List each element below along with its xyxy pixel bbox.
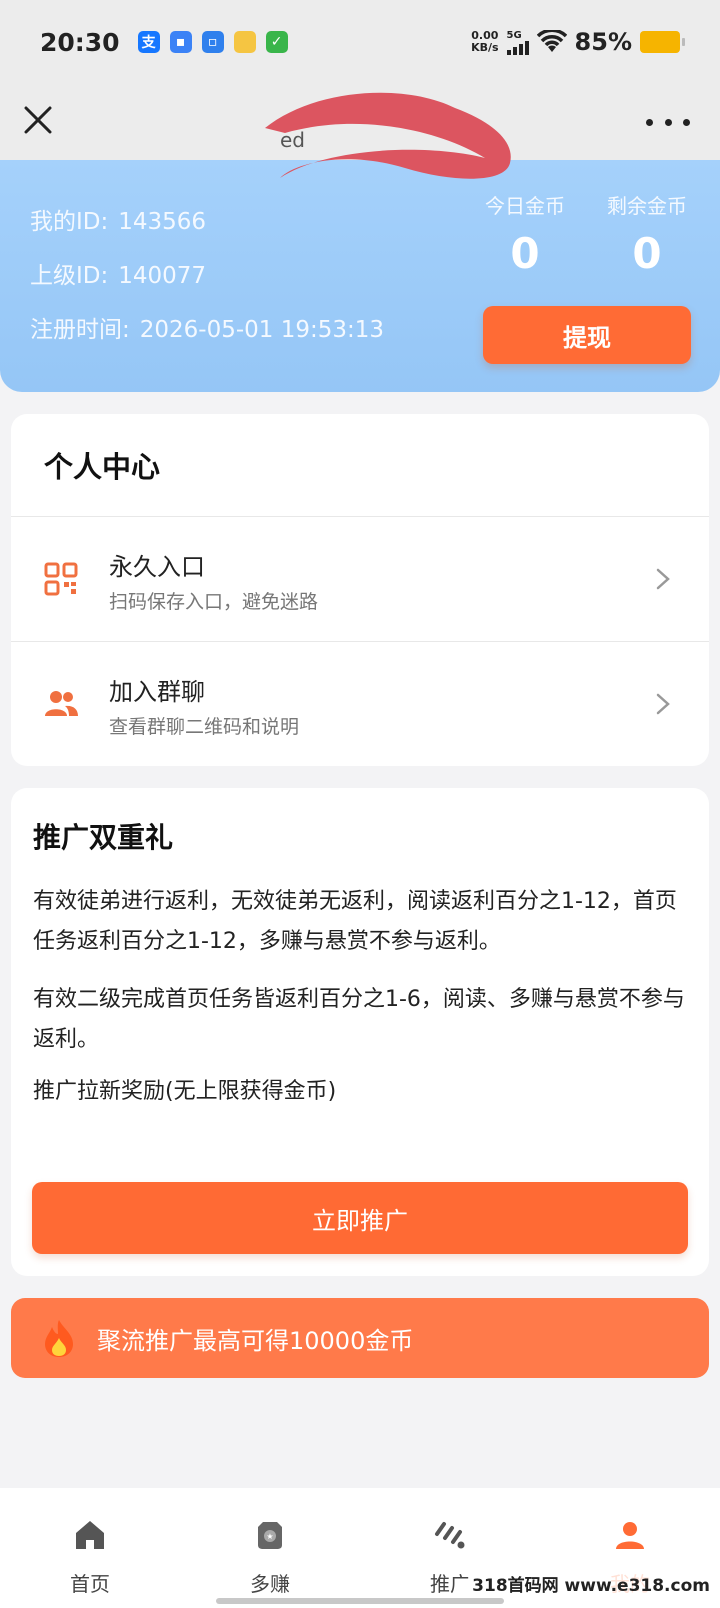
speed-unit: KB/s bbox=[471, 41, 499, 54]
svg-text:★: ★ bbox=[266, 1532, 273, 1541]
parent-id-label: 上级ID: bbox=[30, 263, 109, 289]
withdraw-button[interactable]: 提现 bbox=[483, 306, 691, 364]
chat-icon: ▫ bbox=[201, 31, 224, 53]
checklist-icon: ✓ bbox=[265, 31, 288, 53]
personal-center-card: 个人中心 永久入口 扫码保存入口，避免迷路 加入群聊 查看群聊二维码和说明 bbox=[11, 414, 709, 766]
register-time-value: 2026-05-01 19:53:13 bbox=[139, 317, 385, 343]
menu-item-subtitle: 扫码保存入口，避免迷路 bbox=[109, 591, 319, 613]
parent-id-value: 140077 bbox=[118, 263, 207, 289]
remaining-coins-label: 剩余金币 bbox=[607, 194, 687, 218]
tab-label: 多赚 bbox=[250, 1572, 290, 1596]
redaction-scribble bbox=[265, 92, 511, 179]
earn-icon: ★ bbox=[258, 1522, 282, 1549]
promotion-paragraph: 推广拉新奖励(无上限获得金币) bbox=[33, 1079, 337, 1104]
signal-icon bbox=[506, 40, 529, 55]
promotion-card: 推广双重礼 有效徒弟进行返利，无效徒弟无返利，阅读返利百分之1-12，首页任务返… bbox=[11, 788, 709, 1276]
user-id-value: 143566 bbox=[118, 209, 207, 235]
user-id-row: 我的ID: 143566 bbox=[30, 202, 206, 236]
parent-id-row: 上级ID: 140077 bbox=[30, 256, 206, 290]
wifi-icon bbox=[536, 30, 567, 52]
fire-icon bbox=[45, 1320, 73, 1357]
promotion-title: 推广双重礼 bbox=[33, 821, 174, 854]
dot-icon bbox=[664, 118, 672, 126]
menu-item-title: 加入群聊 bbox=[109, 678, 205, 706]
status-time: 20:30 bbox=[40, 27, 120, 57]
group-icon bbox=[45, 691, 78, 716]
promote-icon bbox=[435, 1522, 465, 1549]
chevron-right-icon bbox=[656, 568, 670, 590]
menu-item-title: 永久入口 bbox=[109, 553, 205, 581]
promotion-paragraph: 有效二级完成首页任务皆返利百分之1-6，阅读、多赚与悬赏不参与返利。 bbox=[33, 987, 685, 1052]
remaining-coins: 剩余金币 0 bbox=[582, 190, 712, 278]
profile-icon bbox=[616, 1522, 644, 1549]
tab-home[interactable]: 首页 bbox=[0, 1488, 180, 1608]
network-type: 5G bbox=[506, 29, 522, 41]
close-icon[interactable] bbox=[18, 100, 58, 140]
user-info-header: 我的ID: 143566 上级ID: 140077 注册时间: 2026-05-01 … bbox=[0, 160, 720, 392]
menu-item-subtitle: 查看群聊二维码和说明 bbox=[109, 716, 300, 738]
promotion-paragraph: 有效徒弟进行返利，无效徒弟无返利，阅读返利百分之1-12，首页任务返利百分之1-… bbox=[33, 889, 677, 954]
home-indicator[interactable] bbox=[216, 1598, 504, 1604]
network-speed: 0.00 KB/s bbox=[471, 30, 498, 54]
banner-text: 聚流推广最高可得10000金币 bbox=[97, 1326, 414, 1355]
remaining-coins-value: 0 bbox=[632, 229, 662, 278]
today-coins-label: 今日金币 bbox=[485, 194, 565, 218]
alipay-icon: 支 bbox=[137, 31, 160, 53]
battery-percent: 85% bbox=[574, 28, 632, 56]
chevron-right-icon bbox=[656, 693, 670, 715]
qr-code-icon bbox=[44, 562, 78, 596]
notes-icon bbox=[233, 31, 256, 53]
signal-group: 5G bbox=[506, 29, 529, 55]
register-time-row: 注册时间: 2026-05-01 19:53:13 bbox=[30, 310, 384, 344]
home-icon bbox=[76, 1521, 104, 1549]
more-options-button[interactable] bbox=[646, 104, 690, 140]
tab-label: 首页 bbox=[70, 1572, 110, 1596]
menu-item-join-group[interactable]: 加入群聊 查看群聊二维码和说明 bbox=[11, 642, 709, 766]
personal-center-title: 个人中心 bbox=[44, 450, 161, 484]
today-coins: 今日金币 0 bbox=[460, 190, 590, 278]
battery-icon bbox=[640, 31, 685, 53]
dot-icon bbox=[646, 118, 653, 126]
menu-item-permanent-entry[interactable]: 永久入口 扫码保存入口，避免迷路 bbox=[11, 517, 709, 641]
tab-earn[interactable]: ★ 多赚 bbox=[180, 1488, 360, 1608]
register-time-label: 注册时间: bbox=[30, 317, 130, 343]
watermark: 318首码网 www.e318.com bbox=[468, 1569, 714, 1598]
status-bar: 20:30 支 ▪ ▫ ✓ 0.00 KB/s 5G 85% bbox=[0, 0, 720, 84]
promote-now-button[interactable]: 立即推广 bbox=[32, 1182, 688, 1254]
user-id-label: 我的ID: bbox=[30, 209, 109, 235]
today-coins-value: 0 bbox=[510, 229, 540, 278]
message-icon: ▪ bbox=[169, 31, 192, 53]
dot-icon bbox=[683, 118, 690, 126]
promotion-banner[interactable]: 聚流推广最高可得10000金币 bbox=[11, 1298, 709, 1378]
